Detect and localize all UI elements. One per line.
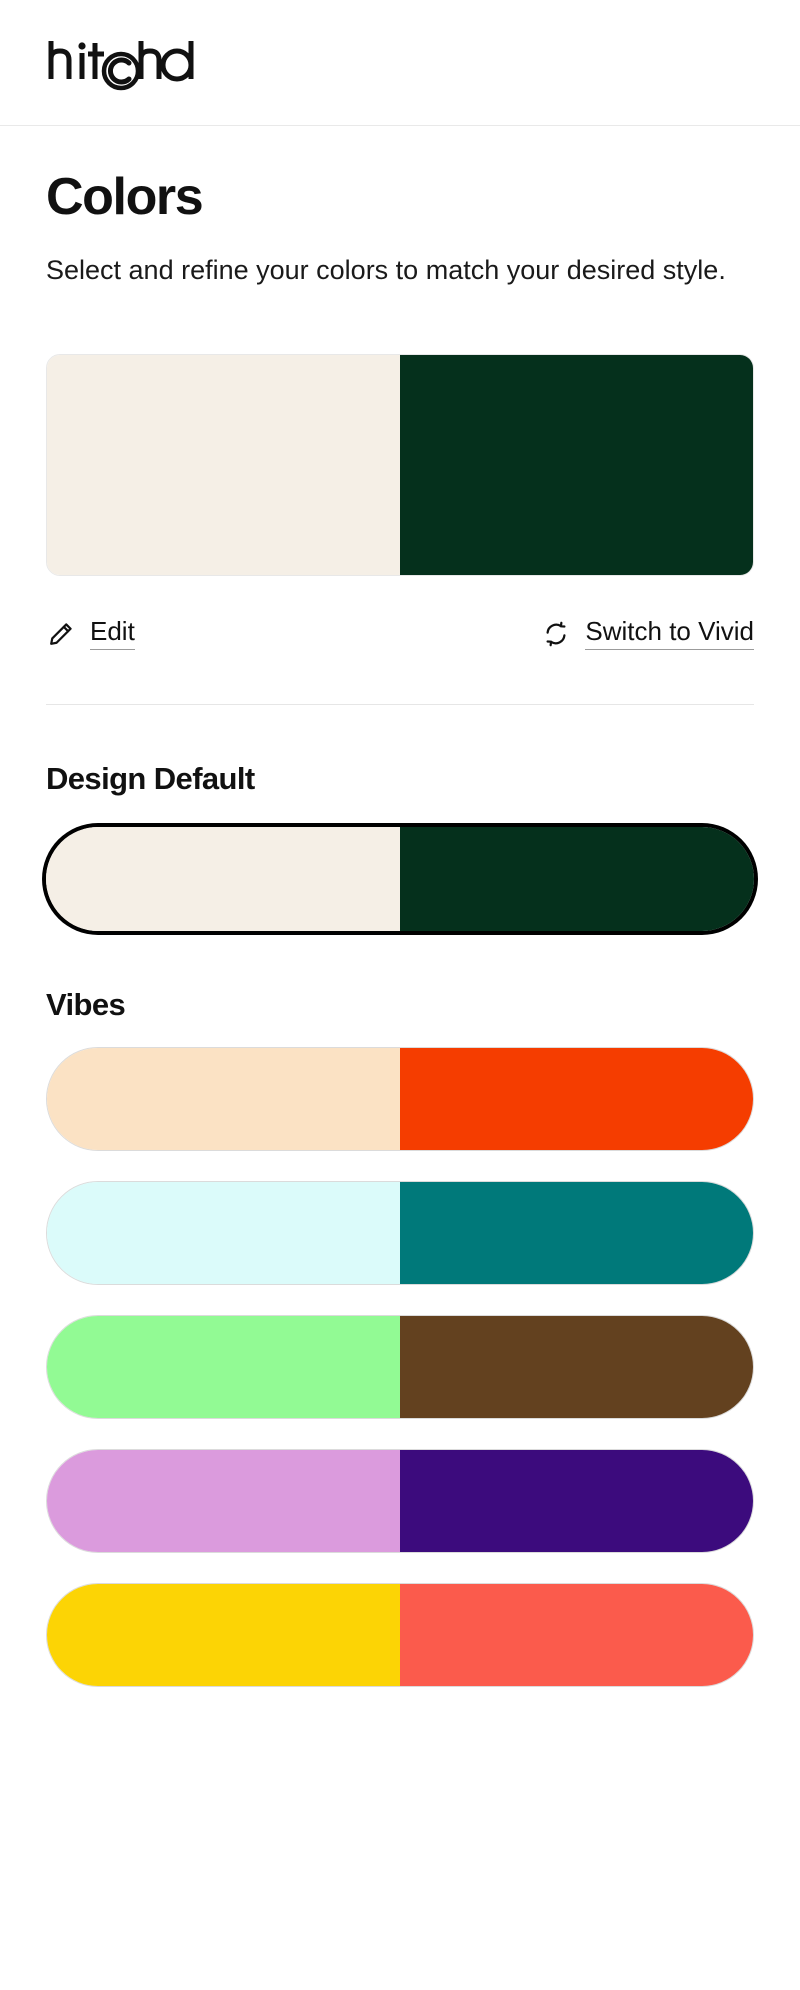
edit-button[interactable]: Edit <box>46 617 135 651</box>
vibe-swatch[interactable] <box>46 1046 754 1151</box>
section-divider <box>46 703 754 705</box>
switch-style-button-label: Switch to Vivid <box>585 617 754 651</box>
vibe-light-half <box>47 1449 400 1552</box>
vibes-heading: Vibes <box>46 986 126 1022</box>
pencil-icon <box>46 619 76 649</box>
vibe-light-half <box>47 1315 400 1418</box>
vibe-swatch[interactable] <box>46 1180 754 1285</box>
vibe-dark-half <box>400 1181 753 1284</box>
vibe-swatch[interactable] <box>46 1448 754 1553</box>
vibe-light-half <box>47 1583 400 1686</box>
vibe-light-half <box>47 1181 400 1284</box>
refresh-icon <box>541 619 571 649</box>
design-default-swatch[interactable] <box>46 826 754 931</box>
edit-button-label: Edit <box>90 617 135 651</box>
app-header <box>0 0 800 126</box>
vibe-dark-half <box>400 1583 753 1686</box>
vibe-dark-half <box>400 1449 753 1552</box>
vibes-list <box>46 1046 754 1687</box>
switch-style-button[interactable]: Switch to Vivid <box>541 617 754 651</box>
bottom-spacer <box>46 1687 754 1747</box>
page-subtitle: Select and refine your colors to match y… <box>46 254 726 285</box>
color-actions-row: Edit Switch to Vivid <box>46 612 754 656</box>
current-color-preview[interactable] <box>46 353 754 576</box>
page-title: Colors <box>46 168 204 226</box>
design-default-heading: Design Default <box>46 760 255 796</box>
vibe-dark-half <box>400 1315 753 1418</box>
colors-page: Colors Select and refine your colors to … <box>0 0 800 1990</box>
vibe-light-half <box>47 1047 400 1150</box>
page-content: Colors Select and refine your colors to … <box>0 170 800 1747</box>
vibe-swatch[interactable] <box>46 1314 754 1419</box>
design-default-dark-half <box>400 826 754 931</box>
current-color-dark-half <box>400 354 753 575</box>
design-default-light-half <box>46 826 400 931</box>
vibe-dark-half <box>400 1047 753 1150</box>
current-color-light-half <box>47 354 400 575</box>
vibe-swatch[interactable] <box>46 1582 754 1687</box>
hitchd-logo[interactable] <box>46 35 226 91</box>
